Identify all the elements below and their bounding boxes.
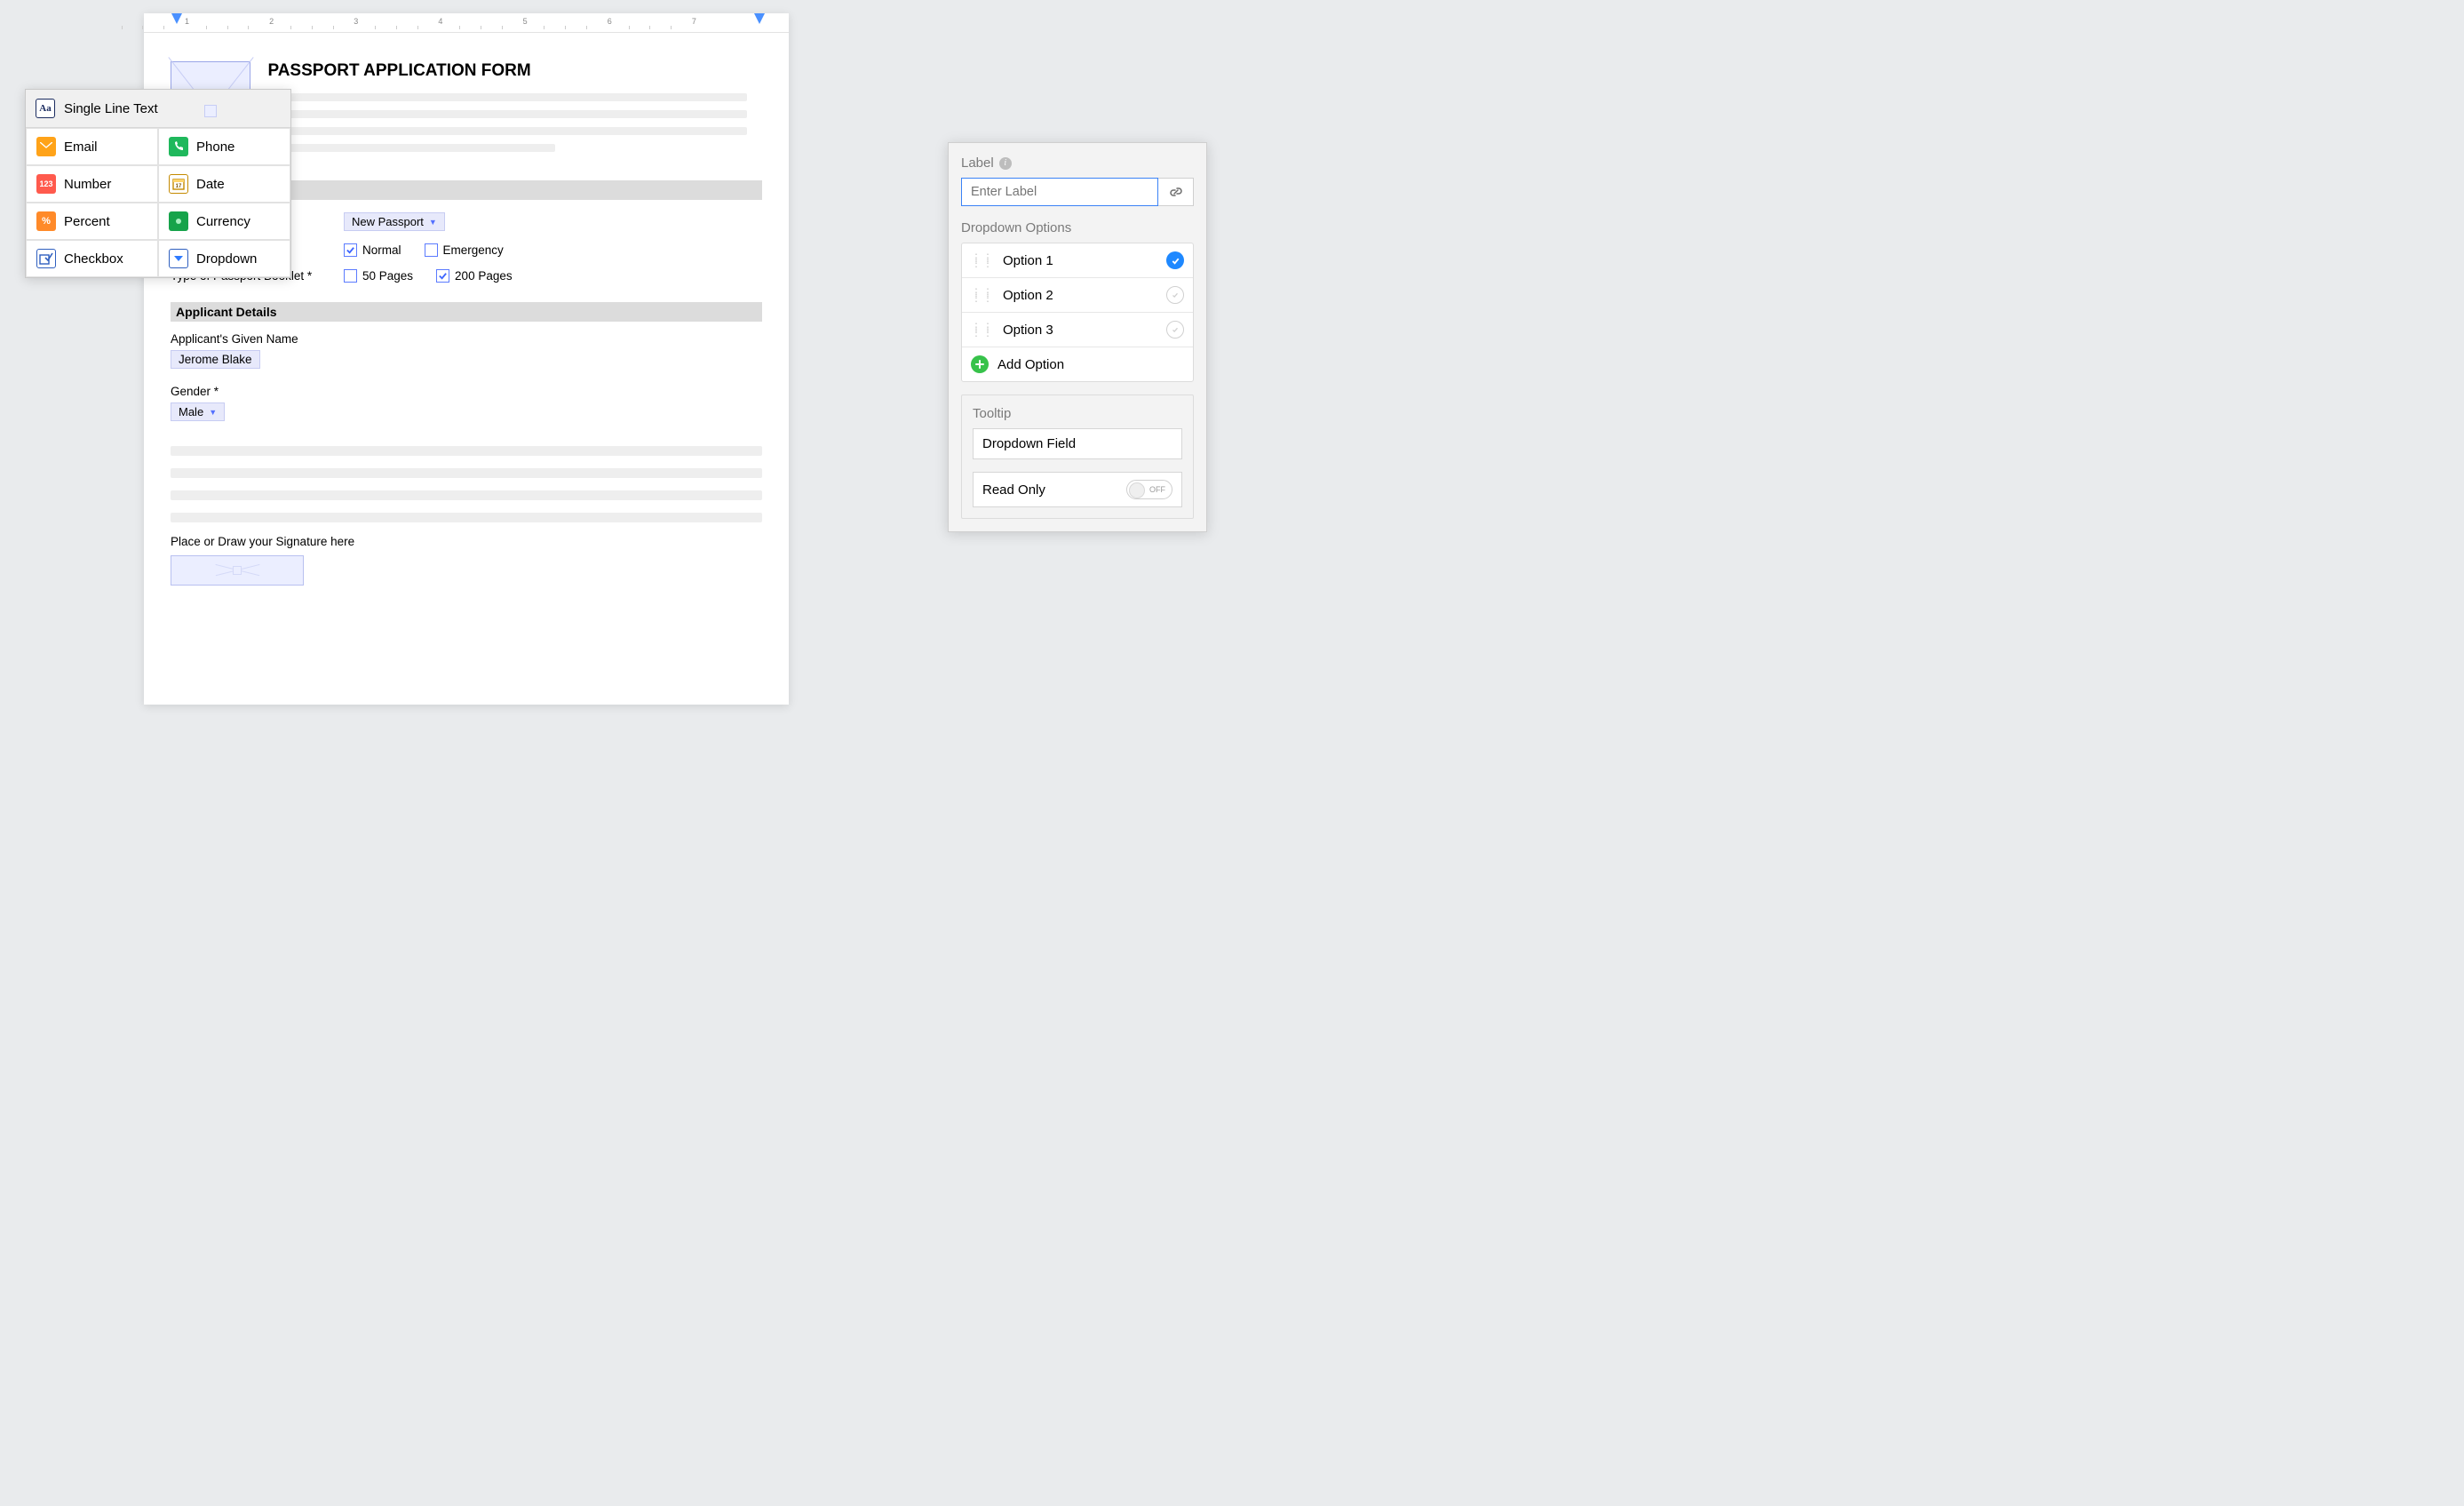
ruler-tick: 1 (185, 17, 189, 26)
ruler-tick: 2 (269, 17, 274, 26)
document-title: PASSPORT APPLICATION FORM (267, 61, 747, 81)
text-placeholder (171, 446, 762, 456)
link-button[interactable] (1158, 178, 1194, 206)
field-type-single-line[interactable]: Aa Single Line Text (26, 90, 290, 128)
field-type-checkbox[interactable]: Checkbox (26, 240, 158, 277)
field-label-gender: Gender * (171, 385, 762, 398)
text-placeholder (267, 127, 747, 135)
ruler-tick: 6 (608, 17, 612, 26)
ruler: 1 2 3 4 5 6 7 (144, 13, 789, 33)
link-icon (1169, 185, 1183, 199)
option-row[interactable]: ⋮⋮⋮⋮ Option 3 (962, 313, 1193, 347)
checkbox-normal[interactable]: Normal (344, 243, 401, 257)
number-icon: 123 (36, 174, 56, 194)
readonly-label: Read Only (982, 482, 1045, 498)
properties-panel: Label i Dropdown Options ⋮⋮⋮⋮ Option 1 ⋮… (948, 142, 1207, 532)
dropdown-options-list: ⋮⋮⋮⋮ Option 1 ⋮⋮⋮⋮ Option 2 ⋮⋮⋮⋮ Option … (961, 243, 1194, 382)
calendar-icon: 17 (169, 174, 188, 194)
ruler-tick: 7 (692, 17, 696, 26)
ruler-indent-left[interactable] (171, 13, 182, 24)
checkbox-icon (36, 249, 56, 268)
dropdown-icon (169, 249, 188, 268)
readonly-row: Read Only OFF (973, 472, 1182, 507)
drag-handle-icon[interactable]: ⋮⋮⋮⋮ (971, 255, 994, 266)
options-heading: Dropdown Options (961, 220, 1194, 235)
option-unselected-icon[interactable] (1166, 286, 1184, 304)
readonly-toggle[interactable]: OFF (1126, 480, 1172, 499)
dropdown-applying-for[interactable]: New Passport ▼ (344, 212, 445, 231)
option-row[interactable]: ⋮⋮⋮⋮ Option 2 (962, 278, 1193, 313)
text-icon: Aa (36, 99, 55, 118)
field-type-currency[interactable]: Currency (158, 203, 290, 240)
option-unselected-icon[interactable] (1166, 321, 1184, 339)
checkbox-emergency[interactable]: Emergency (425, 243, 504, 257)
add-option-row[interactable]: Add Option (962, 347, 1193, 381)
drag-handle-icon[interactable]: ⋮⋮⋮⋮ (971, 324, 994, 335)
tooltip-input[interactable] (973, 428, 1182, 459)
svg-text:17: 17 (176, 184, 182, 189)
option-row[interactable]: ⋮⋮⋮⋮ Option 1 (962, 243, 1193, 278)
option-selected-icon[interactable] (1166, 251, 1184, 269)
label-input[interactable] (961, 178, 1158, 206)
ruler-tick: 4 (438, 17, 442, 26)
checkbox-50-pages[interactable]: 50 Pages (344, 269, 413, 283)
checkbox-200-pages[interactable]: 200 Pages (436, 269, 513, 283)
field-type-palette: Aa Single Line Text Email Phone 123 Numb… (25, 89, 291, 278)
label-heading: Label i (961, 155, 1194, 171)
currency-icon (169, 211, 188, 231)
text-placeholder (267, 93, 747, 101)
text-placeholder (171, 490, 762, 500)
text-placeholder (171, 468, 762, 478)
info-icon[interactable]: i (999, 157, 1012, 170)
text-placeholder (171, 513, 762, 522)
ruler-tick: 5 (523, 17, 528, 26)
section-header-applicant: Applicant Details (171, 302, 762, 322)
input-given-name[interactable]: Jerome Blake (171, 350, 260, 369)
field-type-phone[interactable]: Phone (158, 128, 290, 165)
chevron-down-icon: ▼ (429, 218, 437, 227)
ruler-tick: 3 (354, 17, 358, 26)
drag-handle-icon[interactable]: ⋮⋮⋮⋮ (971, 290, 994, 300)
field-type-number[interactable]: 123 Number (26, 165, 158, 203)
plus-icon (971, 355, 989, 373)
field-type-percent[interactable]: % Percent (26, 203, 158, 240)
signature-label: Place or Draw your Signature here (171, 535, 762, 548)
dropdown-gender[interactable]: Male ▼ (171, 402, 225, 421)
text-placeholder (267, 110, 747, 118)
tooltip-heading: Tooltip (973, 406, 1182, 421)
field-type-date[interactable]: 17 Date (158, 165, 290, 203)
ruler-indent-right[interactable] (754, 13, 765, 24)
chevron-down-icon: ▼ (209, 408, 217, 417)
field-type-email[interactable]: Email (26, 128, 158, 165)
email-icon (36, 137, 56, 156)
signature-box[interactable] (171, 555, 304, 586)
text-placeholder (267, 144, 555, 152)
field-label-given-name: Applicant's Given Name (171, 332, 762, 346)
tooltip-subpanel: Tooltip Read Only OFF (961, 394, 1194, 519)
phone-icon (169, 137, 188, 156)
percent-icon: % (36, 211, 56, 231)
field-type-dropdown[interactable]: Dropdown (158, 240, 290, 277)
